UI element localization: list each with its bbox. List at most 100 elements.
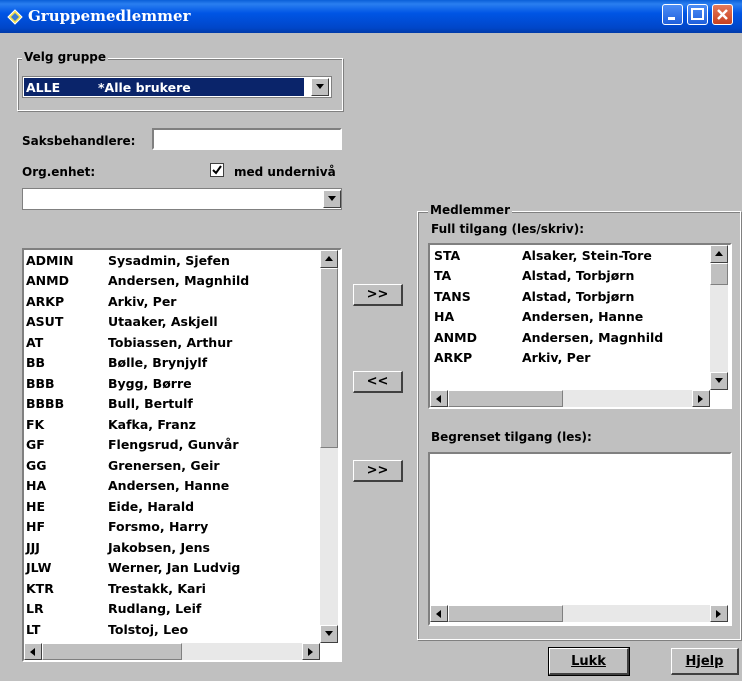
list-item[interactable]: ADMIN Sysadmin, Sjefen [24,250,320,271]
list-item-name: Flengsrud, Gunvår [108,437,239,453]
org-enhet-dropdown[interactable] [323,190,341,208]
list-item[interactable]: BB Bølle, Brynjylf [24,353,320,374]
hscroll-thumb[interactable] [448,605,563,622]
list-item[interactable]: HF Forsmo, Harry [24,517,320,538]
list-item-code: ANMD [26,273,69,289]
close-button[interactable] [712,4,733,25]
list-item-name: Trestakk, Kari [108,580,206,596]
list-item[interactable]: ASUT Utaaker, Askjell [24,312,320,333]
list-item[interactable]: FK Kafka, Franz [24,414,320,435]
full-tilgang-label: Full tilgang (les/skriv): [431,222,585,236]
group-select[interactable]: ALLE *Alle brukere [22,76,332,98]
scroll-right-button[interactable] [710,605,728,622]
scroll-thumb[interactable] [710,263,728,285]
med-undernivaa-checkbox[interactable] [210,163,224,177]
arrow-right-icon [698,394,703,403]
group-select-name: *Alle brukere [98,79,191,95]
scroll-up-button[interactable] [320,250,338,268]
list-item-code: GF [26,437,45,453]
remove-button[interactable]: << [353,371,403,393]
list-item-name: Andersen, Hanne [108,478,230,494]
maximize-button[interactable] [687,4,708,25]
list-item[interactable]: LT Tolstoj, Leo [24,619,320,640]
limited-members-list [432,454,728,605]
scroll-left-button[interactable] [430,605,448,622]
close-dialog-label: Lukk [571,653,606,669]
list-item-name: Alstad, Torbjørn [522,288,635,304]
arrow-left-icon [30,647,35,656]
add-full-button[interactable]: >> [353,284,403,306]
list-item[interactable]: HA Andersen, Hanne [24,476,320,497]
list-item[interactable]: HE Eide, Harald [24,496,320,517]
chevron-down-icon [328,196,336,201]
list-item-code: FK [26,416,45,432]
scroll-up-button[interactable] [710,245,728,263]
scroll-left-button[interactable] [430,390,448,407]
hscroll-thumb[interactable] [448,390,563,407]
list-item-name: Rudlang, Leif [108,601,202,617]
minimize-button[interactable] [662,4,683,25]
med-undernivaa-label: med undernivå [234,165,336,179]
list-item[interactable]: GF Flengsrud, Gunvår [24,435,320,456]
list-item[interactable]: STA Alsaker, Stein-Tore [432,245,710,266]
arrow-left-icon [436,609,441,618]
add-limited-button[interactable]: >> [353,460,403,482]
medlemmer-legend: Medlemmer [428,203,512,217]
limited-members-listbox[interactable] [428,452,732,626]
list-item[interactable]: TANS Alstad, Torbjørn [432,286,710,307]
list-item[interactable]: ARKP Arkiv, Per [432,348,710,369]
list-item[interactable]: HA Andersen, Hanne [432,307,710,328]
list-item[interactable]: TA Alstad, Torbjørn [432,266,710,287]
list-item-name: Forsmo, Harry [108,519,209,535]
list-item-code: JLW [26,560,52,576]
full-hscroll[interactable] [430,390,710,407]
list-item-code: ADMIN [26,252,74,268]
list-item[interactable]: KTR Trestakk, Kari [24,578,320,599]
list-item-code: AT [26,334,44,350]
scroll-thumb[interactable] [320,268,338,448]
list-item[interactable]: BBB Bygg, Børre [24,373,320,394]
list-item-name: Sysadmin, Sjefen [108,252,230,268]
scroll-down-button[interactable] [320,625,338,643]
full-members-listbox[interactable]: STA Alsaker, Stein-Tore TA Alstad, Torbjørn… [428,243,732,409]
scroll-down-button[interactable] [710,372,728,390]
list-item[interactable]: ARKP Arkiv, Per [24,291,320,312]
list-item[interactable]: ANMD Andersen, Magnhild [432,327,710,348]
list-item-code: TANS [434,288,471,304]
list-item-name: Jakobsen, Jens [108,539,210,555]
saksbehandlere-input[interactable] [152,128,342,150]
group-select-code: ALLE [26,79,61,95]
list-item-name: Werner, Jan Ludvig [108,560,241,576]
list-item[interactable]: ANMD Andersen, Magnhild [24,271,320,292]
scroll-right-button[interactable] [302,643,320,660]
users-vscroll[interactable] [320,250,338,643]
list-item-name: Alstad, Torbjørn [522,268,635,284]
users-hscroll[interactable] [24,643,320,660]
users-listbox[interactable]: ADMIN Sysadmin, Sjefen ANMD Andersen, Magnh… [22,248,342,662]
full-vscroll[interactable] [710,245,728,390]
list-item-name: Utaaker, Askjell [108,314,218,330]
help-button[interactable]: Hjelp [671,648,739,675]
list-item[interactable]: BBBB Bull, Bertulf [24,394,320,415]
scroll-left-button[interactable] [24,643,42,660]
list-item-code: STA [434,247,461,263]
close-dialog-button[interactable]: Lukk [548,647,630,676]
org-enhet-select[interactable] [22,188,342,210]
list-item[interactable]: LR Rudlang, Leif [24,599,320,620]
group-select-dropdown[interactable] [311,78,329,96]
checkmark-icon [212,165,222,175]
app-icon [7,9,23,25]
list-item[interactable]: AT Tobiassen, Arthur [24,332,320,353]
list-item[interactable]: GG Grenersen, Geir [24,455,320,476]
list-item-code: ASUT [26,314,64,330]
limited-hscroll[interactable] [430,605,728,622]
list-item[interactable]: JLW Werner, Jan Ludvig [24,558,320,579]
close-icon [717,9,728,20]
scroll-right-button[interactable] [692,390,710,407]
hscroll-thumb[interactable] [42,643,182,660]
list-item[interactable]: JJJ Jakobsen, Jens [24,537,320,558]
list-item-code: HF [26,519,46,535]
list-item-code: KTR [26,580,54,596]
minimize-icon [668,17,675,20]
window-title: Gruppemedlemmer [28,7,191,25]
